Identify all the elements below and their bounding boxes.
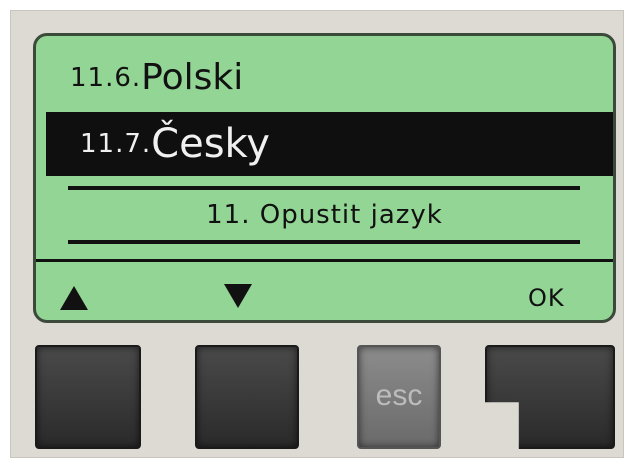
controller-device: 11.6.Polski 11.7.Česky 11. Opustit jazyk… xyxy=(10,10,624,458)
ok-softkey-label: OK xyxy=(528,284,565,312)
esc-button[interactable]: esc xyxy=(357,345,441,449)
exit-menu-item[interactable]: 11. Opustit jazyk xyxy=(36,190,613,240)
softkey-bar: OK xyxy=(36,262,613,320)
menu-item-label: Česky xyxy=(151,121,270,167)
ok-button[interactable] xyxy=(485,345,615,449)
menu-item-cesky-selected[interactable]: 11.7.Česky xyxy=(46,112,613,176)
triangle-up-icon xyxy=(60,286,88,310)
esc-button-label: esc xyxy=(375,379,423,412)
menu-item-polski[interactable]: 11.6.Polski xyxy=(36,50,613,106)
menu-item-number: 11.7. xyxy=(80,129,152,159)
menu-item-label: Polski xyxy=(141,57,244,98)
menu-item-number: 11.6. xyxy=(70,63,142,93)
up-button[interactable] xyxy=(35,345,141,449)
lcd-display: 11.6.Polski 11.7.Česky 11. Opustit jazyk… xyxy=(33,33,616,323)
divider-bottom xyxy=(68,240,580,244)
down-button[interactable] xyxy=(195,345,299,449)
triangle-down-icon xyxy=(224,284,252,308)
